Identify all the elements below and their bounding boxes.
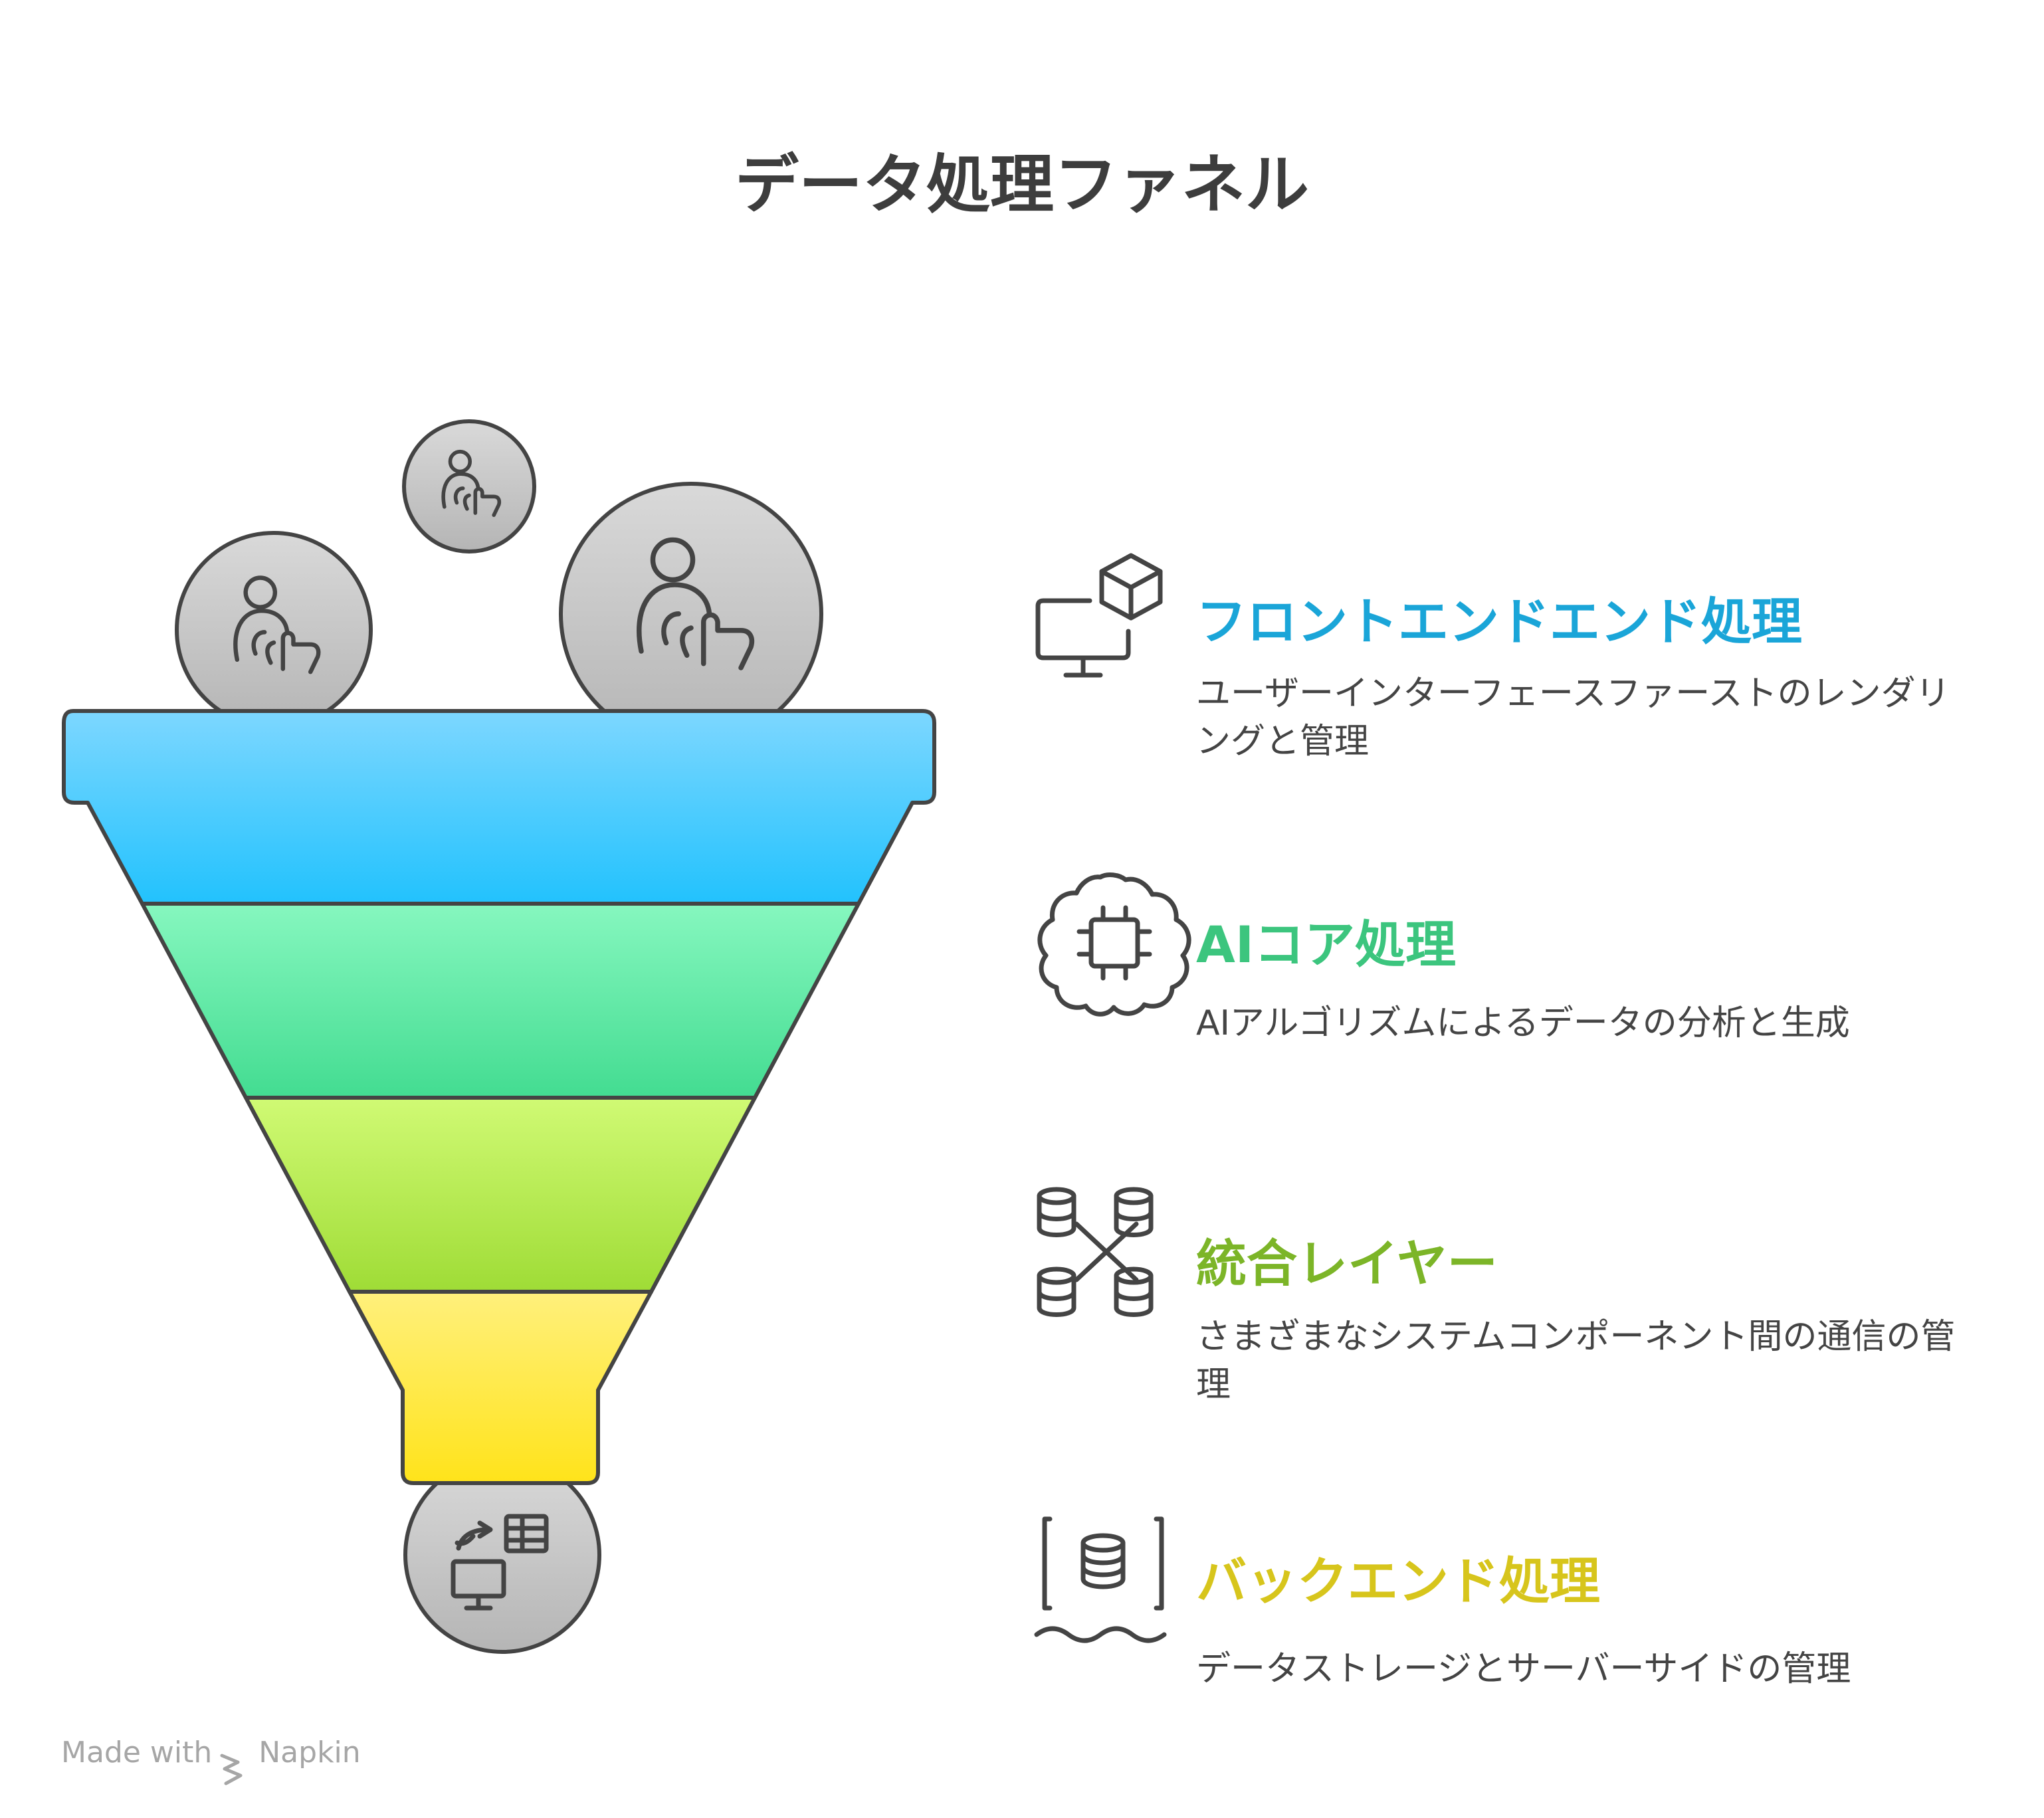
input-bubble-small [402, 419, 536, 554]
funnel-layer-frontend [62, 709, 936, 906]
stage-title-ai: AIコア処理 [1196, 915, 1457, 974]
stage-description-ai: AIアルゴリズムによるデータの分析と生成 [1196, 1003, 1850, 1043]
footer-watermark: Made with Napkin [61, 1736, 361, 1769]
funnel-layer-backend [348, 1290, 653, 1485]
stage-title-backend: バックエンド処理 [1196, 1552, 1600, 1611]
funnel-layer-integration [244, 1096, 757, 1294]
database-network-icon [1037, 1187, 1154, 1317]
funnel-layer-ai [140, 902, 861, 1100]
stage-title-frontend: フロントエンドエンド処理 [1196, 592, 1802, 651]
stage-description-frontend: ユーザーインターフェースファーストのレンダリングと管理 [1196, 674, 1950, 761]
stage-description-integration: さまざまなシステムコンポーネント間の通信の管理 [1196, 1317, 1956, 1405]
stage-description-backend: データストレージとサーバーサイドの管理 [1196, 1649, 1851, 1689]
input-bubble-medium [175, 531, 373, 729]
brain-chip-icon [1037, 872, 1191, 1017]
footer-brand: Napkin [258, 1736, 361, 1769]
footer-made-with: Made with [61, 1736, 213, 1769]
database-stream-icon [1034, 1516, 1167, 1643]
monitor-cube-icon [1035, 553, 1163, 678]
page-title: データ処理ファネル [735, 148, 1309, 222]
output-bubble [403, 1456, 601, 1654]
stage-title-integration: 統合レイヤー [1196, 1234, 1498, 1293]
input-bubble-large [559, 482, 823, 746]
